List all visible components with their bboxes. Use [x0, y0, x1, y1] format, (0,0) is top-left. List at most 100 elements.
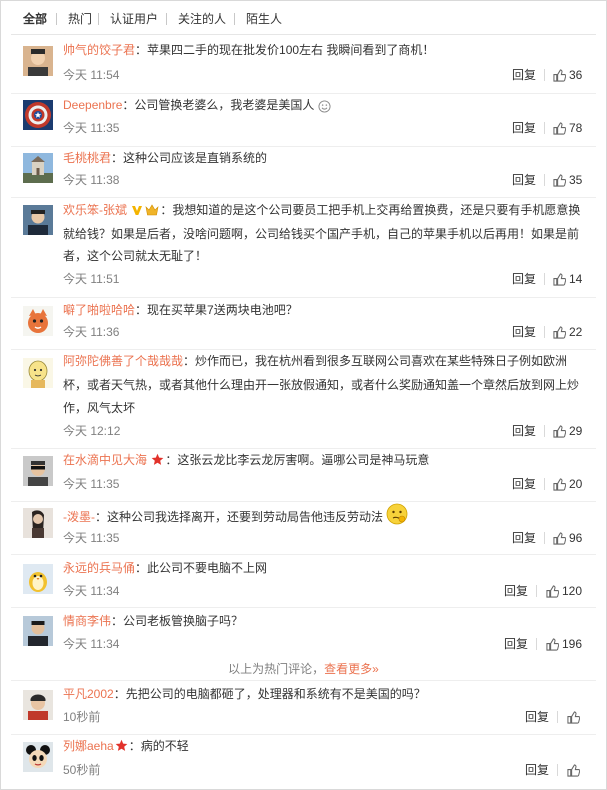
comment-time: 今天 11:35: [63, 531, 120, 545]
tab-divider: [98, 13, 99, 25]
divider: [11, 297, 596, 298]
like-button[interactable]: 29: [553, 423, 582, 439]
tab-verified-users[interactable]: 认证用户: [110, 11, 158, 27]
thumbs-up-icon: [553, 174, 566, 187]
tab-hot[interactable]: 热门: [68, 11, 92, 27]
tab-all[interactable]: 全部: [23, 11, 47, 27]
like-count: 14: [569, 272, 583, 286]
avatar[interactable]: [23, 456, 53, 486]
avatar[interactable]: [23, 616, 53, 646]
username-link[interactable]: 噼了啪啦哈哈: [63, 303, 135, 317]
thumbs-up-icon: [553, 425, 566, 438]
thumbs-up-icon: [553, 326, 566, 339]
comment-text: ：苹果四二手的现在批发价100左右 我瞬间看到了商机！: [135, 43, 435, 57]
like-button[interactable]: 196: [546, 636, 582, 652]
comment-text: 作，风气太坏: [63, 401, 136, 415]
avatar[interactable]: [23, 100, 53, 130]
reply-button[interactable]: 回复: [512, 324, 536, 340]
username-link[interactable]: Deepenbre: [63, 98, 122, 112]
comment-text: ：此公司不要电脑不上网: [135, 561, 268, 575]
divider: [11, 93, 596, 94]
reply-button[interactable]: 回复: [504, 636, 528, 652]
divider: [11, 501, 596, 502]
reply-button[interactable]: 回复: [512, 271, 536, 287]
divider: [11, 554, 596, 555]
avatar[interactable]: [23, 564, 53, 594]
like-count: 78: [569, 121, 583, 135]
comment-time: 今天 11:54: [63, 68, 120, 82]
like-button[interactable]: [567, 762, 583, 778]
reply-button[interactable]: 回复: [525, 762, 549, 778]
avatar[interactable]: [23, 46, 53, 76]
username-link[interactable]: 阿弥陀佛善了个哉哉哉: [63, 354, 183, 368]
avatar[interactable]: [23, 508, 53, 538]
like-button[interactable]: 14: [553, 271, 582, 287]
thumbs-up-icon: [553, 69, 566, 82]
reply-button[interactable]: 回复: [512, 67, 536, 83]
like-button[interactable]: 36: [553, 67, 582, 83]
username-link[interactable]: 毛桃桃君: [63, 151, 111, 165]
comment-time: 今天 11:51: [63, 272, 120, 286]
comment-text: ：公司管换老婆么，我老婆是美国人: [122, 98, 315, 112]
like-button[interactable]: 120: [546, 583, 582, 599]
thumbs-up-icon: [553, 273, 566, 286]
reply-button[interactable]: 回复: [512, 530, 536, 546]
thumbs-up-icon: [546, 585, 559, 598]
reply-button[interactable]: 回复: [512, 423, 536, 439]
divider: [11, 197, 596, 198]
star-badge-icon: [152, 453, 164, 465]
avatar[interactable]: [23, 742, 53, 772]
reply-button[interactable]: 回复: [525, 709, 549, 725]
star-badge-icon: [115, 739, 128, 751]
reply-button[interactable]: 回复: [512, 120, 536, 136]
username-link[interactable]: 情商李伟: [63, 614, 111, 628]
hot-comments-note: 以上为热门评论，: [228, 662, 325, 676]
comment-panel: 全部 热门 认证用户 关注的人 陌生人 帅气的饺子君：苹果四二手的现在批发价10…: [0, 0, 607, 790]
like-button[interactable]: 20: [553, 476, 582, 492]
username-link[interactable]: 在水滴中见大海: [63, 453, 147, 467]
username-link[interactable]: 列娜aeha: [63, 739, 114, 753]
username-link[interactable]: -泼墨-: [63, 510, 95, 524]
action-divider: [557, 764, 558, 776]
comment-text: ：公司老板管换脑子吗？: [111, 614, 244, 628]
action-divider: [557, 711, 558, 723]
comment-text: ：病的不轻: [128, 739, 189, 753]
avatar[interactable]: [23, 358, 53, 388]
comment-time: 今天 11:34: [63, 637, 120, 651]
comment-text: ：这种公司应该是直销系统的: [111, 151, 268, 165]
comment-text: 者，这个公司就太无耻了！: [63, 249, 208, 263]
username-link[interactable]: 永远的兵马俑: [63, 561, 135, 575]
reply-button[interactable]: 回复: [512, 172, 536, 188]
like-button[interactable]: 78: [553, 120, 582, 136]
reply-button[interactable]: 回复: [512, 476, 536, 492]
smile-emoji-icon: [318, 100, 331, 113]
comment-time: 10秒前: [63, 710, 101, 724]
avatar[interactable]: [23, 205, 53, 235]
username-link[interactable]: 平凡2002: [63, 687, 114, 701]
tab-strangers[interactable]: 陌生人: [246, 11, 282, 27]
avatar[interactable]: [23, 153, 53, 183]
thumbs-up-icon: [567, 711, 580, 724]
tab-divider: [166, 13, 167, 25]
action-divider: [544, 532, 545, 544]
comment-time: 今天 11:35: [63, 477, 120, 491]
avatar[interactable]: [23, 690, 53, 720]
like-button[interactable]: [567, 709, 583, 725]
action-divider: [536, 585, 537, 597]
action-divider: [536, 638, 537, 650]
like-button[interactable]: 35: [553, 172, 582, 188]
username-link[interactable]: 帅气的饺子君: [63, 43, 135, 57]
avatar[interactable]: [23, 306, 53, 336]
thumbs-up-icon: [546, 638, 559, 651]
reply-button[interactable]: 回复: [504, 583, 528, 599]
like-button[interactable]: 96: [553, 530, 582, 546]
comment-time: 今天 11:34: [63, 584, 120, 598]
like-count: 96: [569, 531, 583, 545]
comment-time: 今天 11:36: [63, 325, 120, 339]
tab-following[interactable]: 关注的人: [178, 11, 226, 27]
tab-divider: [234, 13, 235, 25]
filter-tabs: 全部 热门 认证用户 关注的人 陌生人: [1, 1, 606, 35]
view-more-link[interactable]: 查看更多»: [324, 662, 379, 676]
username-link[interactable]: 欢乐笨-张斌: [63, 203, 127, 217]
like-button[interactable]: 22: [553, 324, 582, 340]
